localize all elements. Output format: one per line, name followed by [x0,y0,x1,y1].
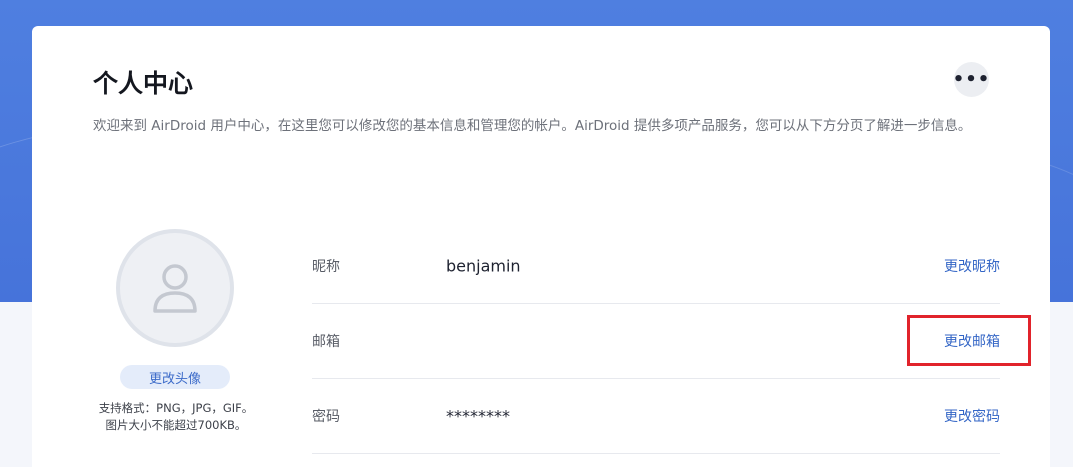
password-value: ******** [446,406,510,426]
password-row: 密码 ******** 更改密码 [312,379,1000,454]
user-icon [153,264,197,313]
password-label: 密码 [312,409,340,425]
nickname-label: 昵称 [312,259,340,275]
more-options-button[interactable]: ••• [952,62,991,97]
intro-text: 欢迎来到 AirDroid 用户中心，在这里您可以修改您的基本信息和管理您的帐户… [93,118,972,134]
change-password-link[interactable]: 更改密码 [944,406,1000,426]
page-title: 个人中心 [93,69,194,98]
change-nickname-link[interactable]: 更改昵称 [944,256,1000,276]
avatar [116,229,234,347]
email-label: 邮箱 [312,334,340,350]
avatar-hint-size: 图片大小不能超过700KB。 [105,418,247,432]
change-avatar-button[interactable]: 更改头像 [120,365,230,389]
avatar-hint-formats: 支持格式：PNG，JPG，GIF。 [98,401,254,415]
avatar-format-hint: 支持格式：PNG，JPG，GIF。 图片大小不能超过700KB。 [76,400,276,434]
highlight-box [907,315,1031,366]
nickname-row: 昵称 benjamin 更改昵称 [312,229,1000,304]
nickname-value: benjamin [446,256,521,276]
email-row: 邮箱 更改邮箱 [312,304,1000,379]
user-center-card: 个人中心 ••• 欢迎来到 AirDroid 用户中心，在这里您可以修改您的基本… [32,26,1050,467]
more-horizontal-icon: ••• [952,68,991,90]
